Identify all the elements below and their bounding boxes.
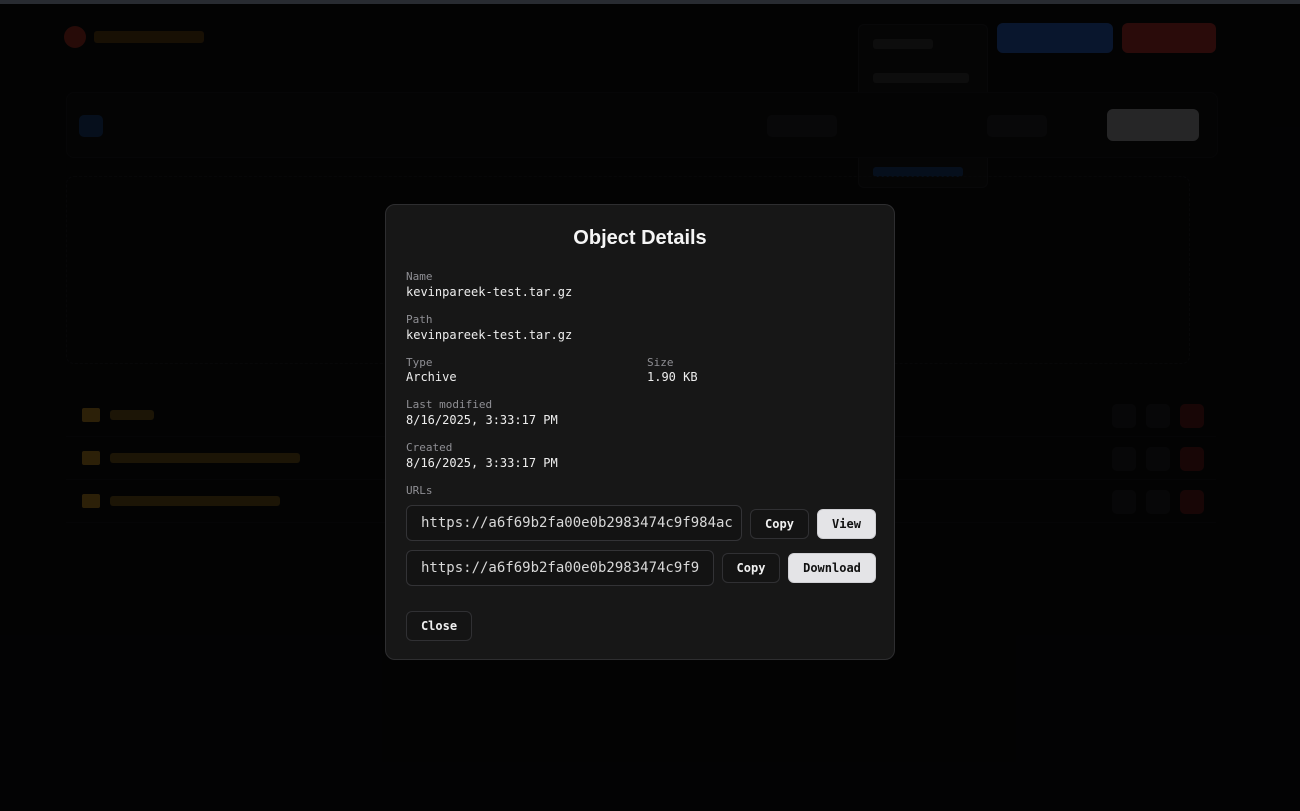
copy-download-url-button[interactable]: Copy: [722, 553, 780, 583]
download-button[interactable]: Download: [788, 553, 876, 583]
copy-view-url-button[interactable]: Copy: [750, 509, 809, 539]
last-modified-value: 8/16/2025, 3:33:17 PM: [406, 413, 558, 427]
size-label: Size: [647, 356, 674, 369]
last-modified-label: Last modified: [406, 398, 493, 411]
name-value: kevinpareek-test.tar.gz: [406, 285, 573, 299]
path-value: kevinpareek-test.tar.gz: [406, 328, 573, 342]
view-url-field[interactable]: https://a6f69b2fa00e0b2983474c9f984ac: [406, 505, 742, 541]
download-url-field[interactable]: https://a6f69b2fa00e0b2983474c9f9: [406, 550, 714, 586]
object-details-dialog: Object Details Name kevinpareek-test.tar…: [385, 204, 895, 660]
urls-label: URLs: [406, 484, 433, 497]
size-value: 1.90 KB: [647, 370, 698, 384]
type-label: Type: [406, 356, 433, 369]
created-label: Created: [406, 441, 453, 454]
type-value: Archive: [406, 370, 457, 384]
name-label: Name: [406, 270, 433, 283]
close-button[interactable]: Close: [406, 611, 472, 641]
path-label: Path: [406, 313, 433, 326]
created-value: 8/16/2025, 3:33:17 PM: [406, 456, 558, 470]
view-button[interactable]: View: [817, 509, 876, 539]
dialog-title: Object Details: [573, 227, 707, 249]
